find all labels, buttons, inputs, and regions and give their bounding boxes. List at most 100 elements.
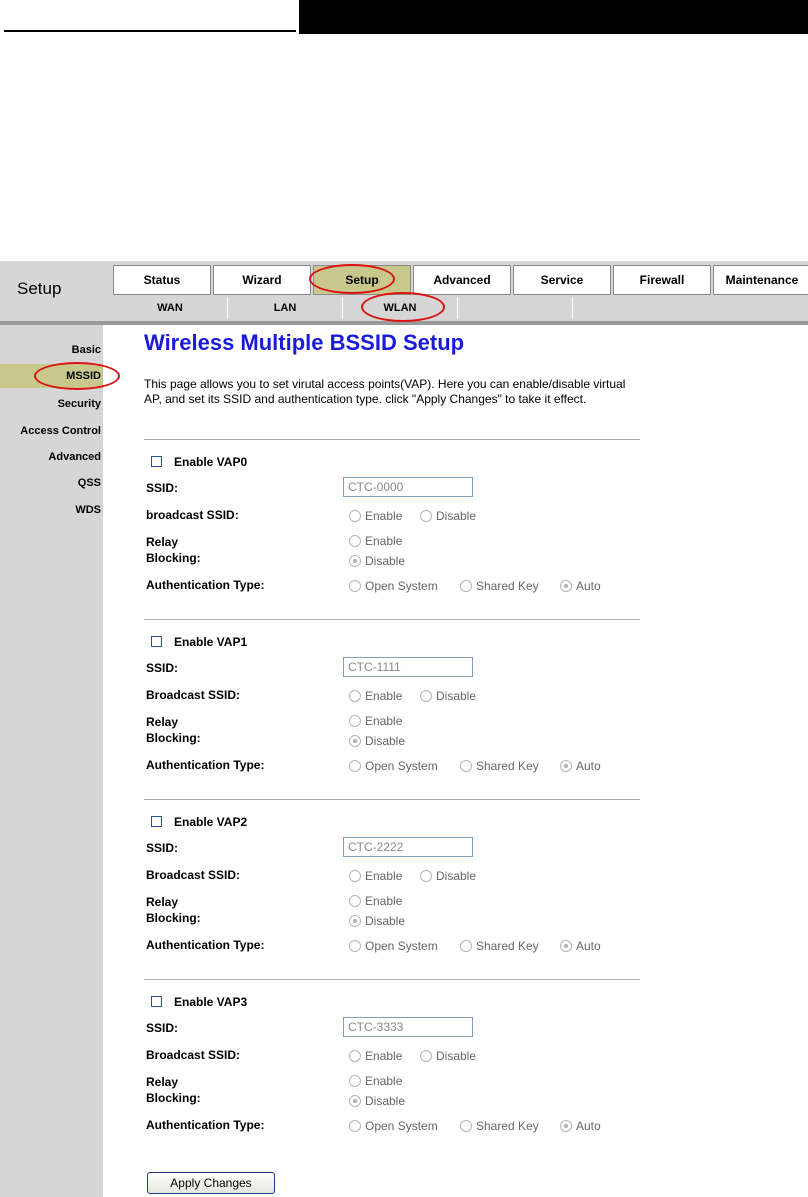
vap2-ssid-input[interactable]: CTC-2222 [343,837,473,857]
vap0-broadcast-enable[interactable]: Enable [349,509,402,523]
vap2-auth-shared[interactable]: Shared Key [460,939,539,953]
enable-vap0-label: Enable VAP0 [174,455,248,469]
vap1-blocking-label: Blocking: [146,731,201,745]
vap2-relay-disable[interactable]: Disable [349,914,405,928]
section-divider [144,799,640,800]
radio-icon[interactable] [460,940,472,952]
vap3-auth-open[interactable]: Open System [349,1119,438,1133]
subtab-wan[interactable]: WAN [113,297,228,319]
vap1-broadcast-disable[interactable]: Disable [420,689,476,703]
vap1-auth-open[interactable]: Open System [349,759,438,773]
menu-item-advanced[interactable]: Advanced [0,445,103,469]
vap3-auth-auto[interactable]: Auto [560,1119,601,1133]
radio-icon[interactable] [349,895,361,907]
menu-item-qss[interactable]: QSS [0,471,103,495]
vap2-auth-auto[interactable]: Auto [560,939,601,953]
radio-icon[interactable] [560,760,572,772]
highlight-ring-mssid [34,362,120,390]
vap1-relay-disable[interactable]: Disable [349,734,405,748]
vap1-ssid-label: SSID: [146,661,179,675]
radio-icon[interactable] [349,735,361,747]
vap3-broadcast-enable[interactable]: Enable [349,1049,402,1063]
vap2-broadcast-disable[interactable]: Disable [420,869,476,883]
vap2-broadcast-enable[interactable]: Enable [349,869,402,883]
tab-service[interactable]: Service [513,265,611,295]
vap2-blocking-label: Blocking: [146,911,201,925]
vap1-broadcast-enable[interactable]: Enable [349,689,402,703]
radio-icon[interactable] [349,915,361,927]
vap3-ssid-input[interactable]: CTC-3333 [343,1017,473,1037]
vap0-relay-enable[interactable]: Enable [349,534,402,548]
tab-status[interactable]: Status [113,265,211,295]
vap2-relay-enable[interactable]: Enable [349,894,402,908]
radio-icon[interactable] [349,1095,361,1107]
radio-icon[interactable] [349,715,361,727]
tab-advanced[interactable]: Advanced [413,265,511,295]
vap0-broadcast-disable[interactable]: Disable [420,509,476,523]
section-divider [144,979,640,980]
radio-icon[interactable] [560,1120,572,1132]
option-label: Enable [365,714,403,728]
radio-icon[interactable] [420,510,432,522]
option-label: Disable [365,1094,406,1108]
menu-item-basic[interactable]: Basic [0,338,103,362]
radio-icon[interactable] [349,1050,361,1062]
vap1-auth-auto[interactable]: Auto [560,759,601,773]
apply-changes-button[interactable]: Apply Changes [147,1172,275,1194]
enable-vap3-checkbox[interactable] [151,996,162,1007]
radio-icon[interactable] [420,690,432,702]
radio-icon[interactable] [349,760,361,772]
radio-icon[interactable] [349,1120,361,1132]
enable-vap2-checkbox[interactable] [151,816,162,827]
option-label: Enable [365,1074,403,1088]
radio-icon[interactable] [420,1050,432,1062]
vap3-auth-shared[interactable]: Shared Key [460,1119,539,1133]
tab-firewall[interactable]: Firewall [613,265,711,295]
menu-item-security[interactable]: Security [0,392,103,416]
page-title: Wireless Multiple BSSID Setup [144,330,465,355]
tab-maintenance[interactable]: Maintenance [713,265,808,295]
vap1-relay-enable[interactable]: Enable [349,714,402,728]
vap0-ssid-input[interactable]: CTC-0000 [343,477,473,497]
radio-icon[interactable] [349,870,361,882]
radio-icon[interactable] [560,580,572,592]
vap2-auth-open[interactable]: Open System [349,939,438,953]
vap2-relay-label: Relay [146,895,179,909]
vap0-auth-auto[interactable]: Auto [560,579,601,593]
vap0-auth-shared[interactable]: Shared Key [460,579,539,593]
radio-icon[interactable] [460,1120,472,1132]
radio-icon[interactable] [460,580,472,592]
option-label: Disable [436,689,477,703]
vap3-relay-disable[interactable]: Disable [349,1094,405,1108]
radio-icon[interactable] [349,1075,361,1087]
vap1-auth-label: Authentication Type: [146,758,265,772]
vap0-auth-open[interactable]: Open System [349,579,438,593]
radio-icon[interactable] [349,940,361,952]
radio-icon[interactable] [560,940,572,952]
menu-item-wds[interactable]: WDS [0,498,103,522]
radio-icon[interactable] [349,555,361,567]
vap1-ssid-input[interactable]: CTC-1111 [343,657,473,677]
vap3-blocking-label: Blocking: [146,1091,201,1105]
vap3-broadcast-disable[interactable]: Disable [420,1049,476,1063]
vap3-relay-enable[interactable]: Enable [349,1074,402,1088]
tab-wizard[interactable]: Wizard [213,265,311,295]
sub-tabs: WAN LAN WLAN [113,297,573,319]
subtab-lan[interactable]: LAN [228,297,343,319]
option-label: Enable [365,509,403,523]
vap0-auth-label: Authentication Type: [146,578,265,592]
option-label: Auto [576,759,601,773]
menu-item-access-control[interactable]: Access Control [0,419,103,443]
vap1-auth-shared[interactable]: Shared Key [460,759,539,773]
enable-vap0-checkbox[interactable] [151,456,162,467]
vap1-broadcast-label: Broadcast SSID: [146,688,241,702]
radio-icon[interactable] [349,535,361,547]
radio-icon[interactable] [349,580,361,592]
radio-icon[interactable] [460,760,472,772]
radio-icon[interactable] [349,510,361,522]
vap0-broadcast-label: broadcast SSID: [146,508,239,522]
radio-icon[interactable] [420,870,432,882]
enable-vap1-checkbox[interactable] [151,636,162,647]
radio-icon[interactable] [349,690,361,702]
vap0-relay-disable[interactable]: Disable [349,554,405,568]
